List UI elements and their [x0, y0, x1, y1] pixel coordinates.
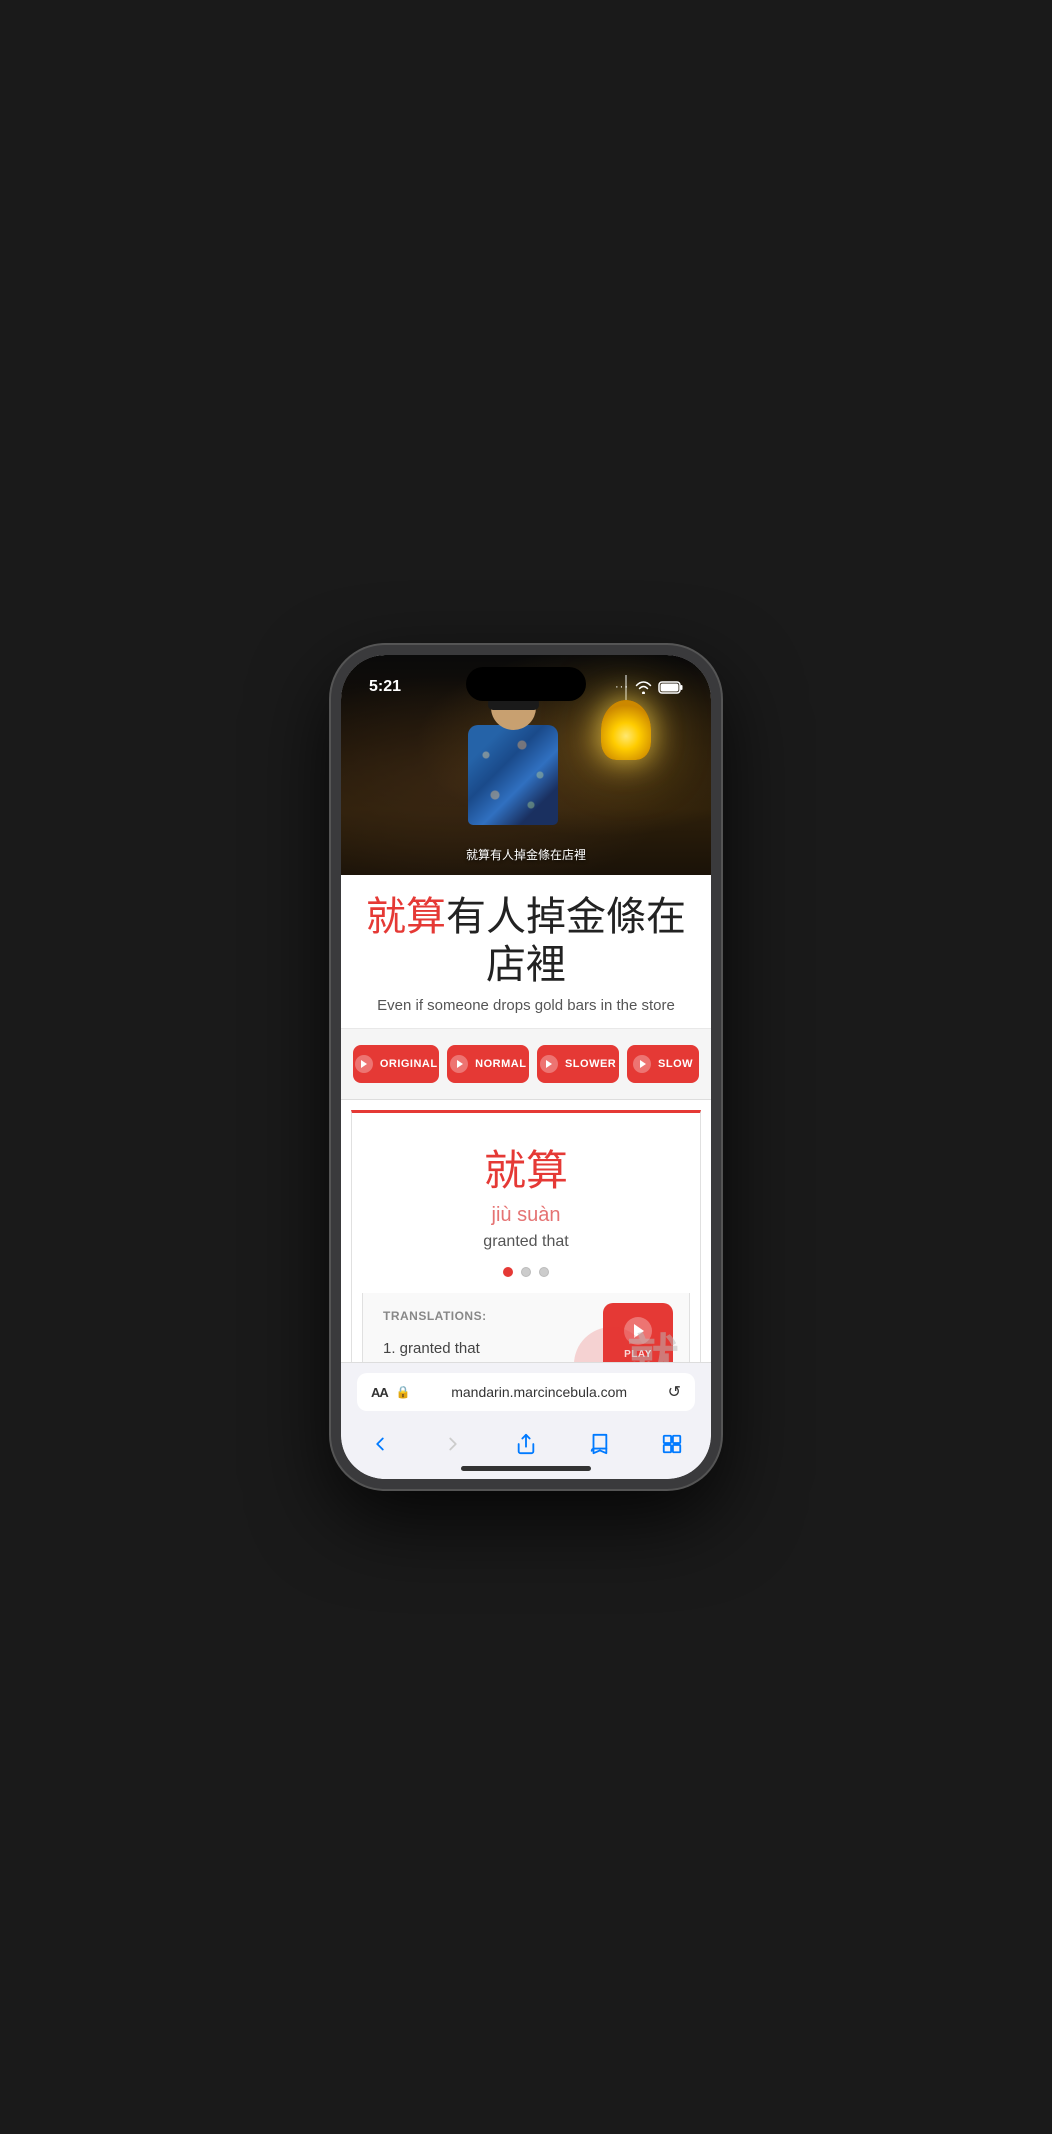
battery-icon — [658, 681, 683, 694]
forward-arrow-icon — [442, 1433, 464, 1455]
word-card-inner: 就算 jiù suàn granted that — [352, 1113, 700, 1293]
status-icons: ··· — [615, 681, 683, 694]
chinese-title: 就算有人掉金條在店裡 — [361, 893, 691, 989]
play-large-label: PLAY — [624, 1349, 652, 1360]
word-pinyin: jiù suàn — [372, 1204, 680, 1227]
original-label: ORIGINAL — [380, 1058, 438, 1070]
phone-frame: 5:21 ··· — [331, 645, 721, 1489]
normal-button[interactable]: NORMAL — [447, 1045, 529, 1083]
word-detail-card: 就算 jiù suàn granted that TRANSLATIONS: 1… — [351, 1110, 701, 1362]
url-text[interactable]: mandarin.marcincebula.com — [419, 1384, 660, 1400]
browser-bar: AA 🔒 mandarin.marcincebula.com ↺ — [341, 1362, 711, 1421]
normal-play-triangle — [457, 1060, 463, 1068]
wifi-icon — [635, 681, 652, 694]
share-icon — [515, 1433, 537, 1455]
back-arrow-icon — [369, 1433, 391, 1455]
video-subtitle: 就算有人掉金條在店裡 — [466, 846, 586, 863]
normal-play-icon — [450, 1055, 468, 1073]
normal-label: NORMAL — [475, 1058, 526, 1070]
signal-dots-icon: ··· — [615, 681, 629, 693]
shirt-pattern — [468, 725, 558, 825]
share-button[interactable] — [503, 1429, 549, 1459]
lamp-body — [601, 700, 651, 760]
bookmarks-icon — [588, 1433, 610, 1455]
status-time: 5:21 — [369, 678, 401, 696]
person-body — [468, 725, 558, 825]
playback-section: ORIGINAL NORMAL SLOWER — [341, 1029, 711, 1100]
slower-button[interactable]: SLOWER — [537, 1045, 619, 1083]
title-section: 就算有人掉金條在店裡 Even if someone drops gold ba… — [341, 875, 711, 1029]
chinese-rest: 有人掉金條在店裡 — [446, 895, 686, 987]
main-content[interactable]: 就算有人掉金條在店裡 就算有人掉金條在店裡 Even if someone dr… — [341, 655, 711, 1362]
translations-section: TRANSLATIONS: 1. granted that 2. even if… — [362, 1293, 690, 1362]
pagination-dots — [372, 1267, 680, 1277]
dynamic-island — [466, 667, 586, 701]
play-large-button[interactable]: PLAY — [603, 1303, 673, 1362]
forward-button[interactable] — [430, 1429, 476, 1459]
english-translation: Even if someone drops gold bars in the s… — [361, 997, 691, 1014]
tabs-button[interactable] — [649, 1429, 695, 1459]
dot-3 — [539, 1267, 549, 1277]
lock-icon: 🔒 — [396, 1385, 411, 1399]
dot-2 — [521, 1267, 531, 1277]
refresh-icon[interactable]: ↺ — [668, 1382, 681, 1402]
back-button[interactable] — [357, 1429, 403, 1459]
address-bar[interactable]: AA 🔒 mandarin.marcincebula.com ↺ — [357, 1373, 695, 1411]
play-large-triangle — [634, 1324, 644, 1338]
slower-label: SLOWER — [565, 1058, 616, 1070]
slow-label: SLOW — [658, 1058, 693, 1070]
chinese-highlight: 就算 — [366, 895, 446, 939]
phone-screen: 5:21 ··· — [341, 655, 711, 1479]
home-indicator — [461, 1466, 591, 1471]
slower-play-triangle — [546, 1060, 552, 1068]
slow-button[interactable]: SLOW — [627, 1045, 699, 1083]
bookmarks-button[interactable] — [576, 1429, 622, 1459]
font-size-button[interactable]: AA — [371, 1385, 388, 1400]
person-silhouette — [448, 685, 578, 845]
slower-play-icon — [540, 1055, 558, 1073]
tabs-icon — [661, 1433, 683, 1455]
dot-1 — [503, 1267, 513, 1277]
original-button[interactable]: ORIGINAL — [353, 1045, 439, 1083]
slow-play-triangle — [640, 1060, 646, 1068]
word-meaning: granted that — [372, 1233, 680, 1251]
original-play-triangle — [361, 1060, 367, 1068]
word-chinese: 就算 — [372, 1137, 680, 1198]
play-large-icon — [624, 1317, 652, 1345]
slow-play-icon — [633, 1055, 651, 1073]
original-play-icon — [355, 1055, 373, 1073]
